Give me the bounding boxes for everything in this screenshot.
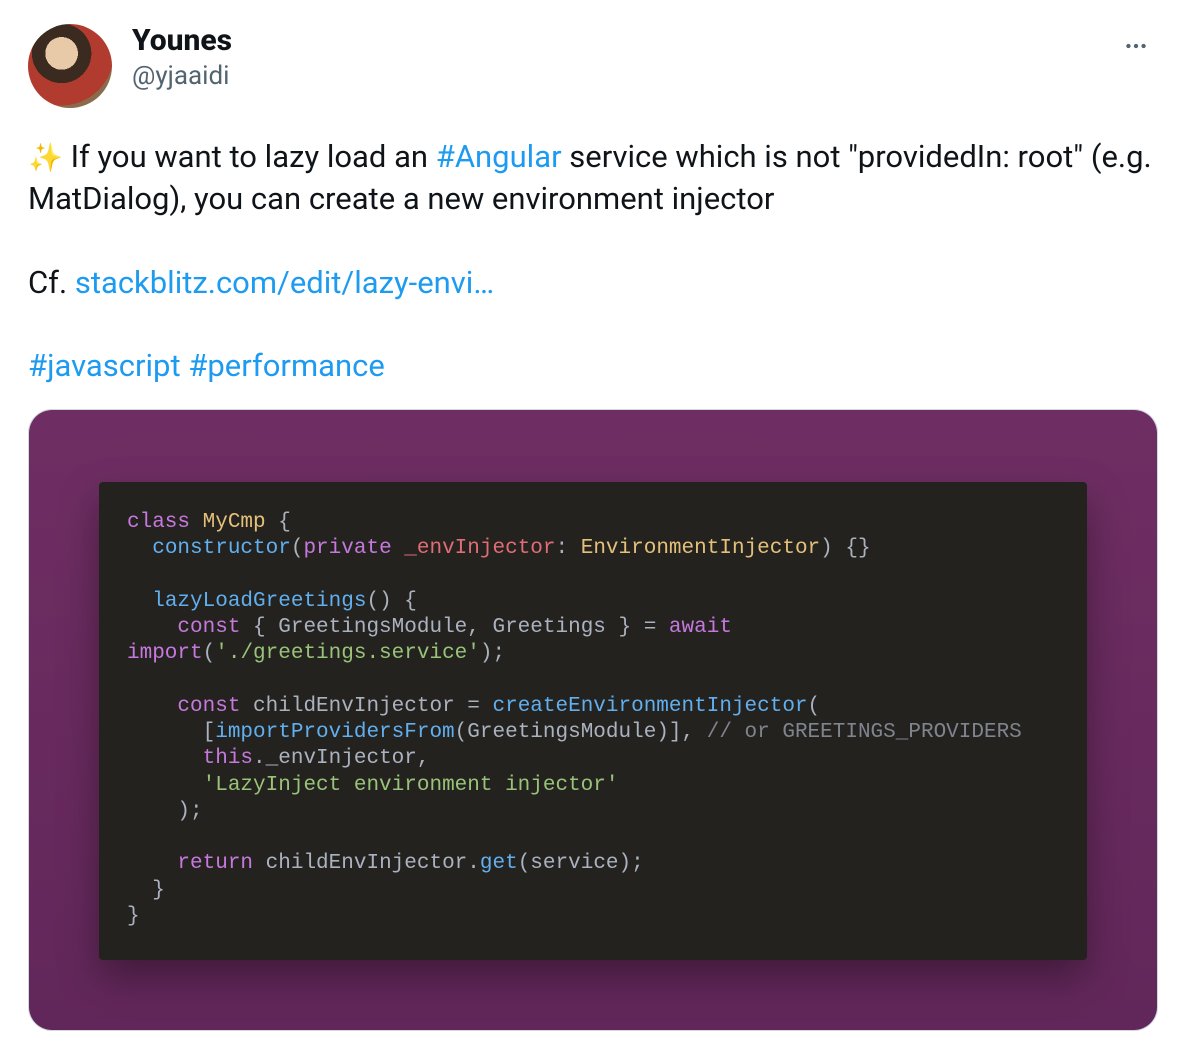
tok: EnvironmentInjector: [581, 537, 820, 560]
tok: ) {}: [820, 537, 870, 560]
tweet-header: Younes @yjaaidi: [28, 24, 1158, 108]
tok: (service);: [518, 852, 644, 875]
external-link[interactable]: stackblitz.com/edit/lazy-envi…: [75, 264, 494, 301]
media-bg: class MyCmp { constructor(private _envIn…: [29, 410, 1157, 1030]
tok: {: [278, 511, 291, 534]
tok: (: [455, 721, 468, 744]
text-seg-1: If you want to lazy load an: [63, 138, 436, 175]
tok: private: [303, 537, 391, 560]
tok: _envInjector: [392, 537, 556, 560]
tok: }: [127, 905, 140, 928]
tok: class: [127, 511, 190, 534]
tok: get: [480, 852, 518, 875]
media-card[interactable]: class MyCmp { constructor(private _envIn…: [28, 409, 1158, 1031]
display-name: Younes: [132, 24, 232, 57]
tok: const: [177, 695, 240, 718]
tok: const: [177, 616, 240, 639]
hashtag-performance[interactable]: #performance: [188, 347, 384, 384]
tok: importProvidersFrom: [215, 721, 454, 744]
tok: constructor: [152, 537, 291, 560]
user-handle: @yjaaidi: [132, 61, 232, 91]
tok: GreetingsModule: [467, 721, 656, 744]
tok: { GreetingsModule, Greetings } =: [240, 616, 668, 639]
tweet: Younes @yjaaidi ✨ If you want to lazy lo…: [28, 24, 1158, 1031]
tok: return: [177, 852, 253, 875]
tok: (: [808, 695, 821, 718]
tok: (: [203, 642, 216, 665]
tok: './greetings.service': [215, 642, 480, 665]
tok: lazyLoadGreetings: [152, 590, 366, 613]
tok: (: [291, 537, 304, 560]
tok: 'LazyInject environment injector': [203, 774, 619, 797]
tok: [127, 747, 203, 770]
tok: childEnvInjector =: [240, 695, 492, 718]
hashtag-angular[interactable]: #Angular: [436, 138, 562, 175]
tok: [127, 774, 203, 797]
sparkle-emoji: ✨: [28, 141, 63, 174]
tok: );: [480, 642, 505, 665]
tok: ._envInjector,: [253, 747, 429, 770]
tok: createEnvironmentInjector: [492, 695, 807, 718]
text-cf: Cf.: [28, 264, 75, 301]
hashtag-javascript[interactable]: #javascript: [28, 347, 181, 384]
tok: // or GREETINGS_PROVIDERS: [707, 721, 1022, 744]
tok: () {: [366, 590, 416, 613]
tweet-text: ✨ If you want to lazy load an #Angular s…: [28, 136, 1158, 387]
avatar[interactable]: [28, 24, 112, 108]
tok: MyCmp: [190, 511, 278, 534]
tok: this: [203, 747, 253, 770]
tok: [: [127, 721, 215, 744]
tok: :: [556, 537, 581, 560]
tok: import: [127, 642, 203, 665]
tok: [127, 590, 152, 613]
tok: childEnvInjector.: [253, 852, 480, 875]
code-block: class MyCmp { constructor(private _envIn…: [99, 482, 1087, 960]
tok: );: [127, 800, 203, 823]
tok: [127, 852, 177, 875]
tok: [127, 695, 177, 718]
user-names[interactable]: Younes @yjaaidi: [132, 24, 232, 91]
tok: [127, 616, 177, 639]
tok: }: [127, 879, 165, 902]
tok: )],: [656, 721, 706, 744]
more-button[interactable]: [1114, 24, 1158, 68]
more-icon: [1123, 33, 1149, 59]
tok: [127, 537, 152, 560]
tok: await: [669, 616, 732, 639]
